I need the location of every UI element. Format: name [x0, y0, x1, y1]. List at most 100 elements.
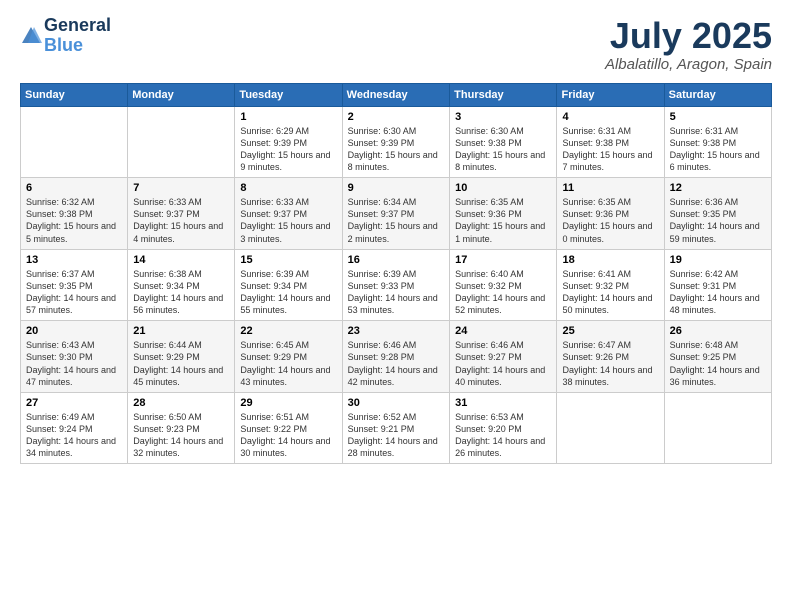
- day-info: Sunrise: 6:45 AMSunset: 9:29 PMDaylight:…: [240, 339, 336, 388]
- calendar-cell: [128, 106, 235, 178]
- calendar-cell: 13Sunrise: 6:37 AMSunset: 9:35 PMDayligh…: [21, 249, 128, 321]
- day-number: 2: [348, 111, 444, 123]
- day-info: Sunrise: 6:44 AMSunset: 9:29 PMDaylight:…: [133, 339, 229, 388]
- day-number: 19: [670, 254, 766, 266]
- day-number: 30: [348, 397, 444, 409]
- day-number: 21: [133, 325, 229, 337]
- day-number: 22: [240, 325, 336, 337]
- day-info: Sunrise: 6:31 AMSunset: 9:38 PMDaylight:…: [562, 125, 658, 174]
- calendar-cell: 5Sunrise: 6:31 AMSunset: 9:38 PMDaylight…: [664, 106, 771, 178]
- day-number: 24: [455, 325, 551, 337]
- day-info: Sunrise: 6:29 AMSunset: 9:39 PMDaylight:…: [240, 125, 336, 174]
- title-block: July 2025 Albalatillo, Aragon, Spain: [605, 16, 772, 73]
- day-info: Sunrise: 6:33 AMSunset: 9:37 PMDaylight:…: [133, 196, 229, 245]
- col-sunday: Sunday: [21, 83, 128, 106]
- day-info: Sunrise: 6:30 AMSunset: 9:39 PMDaylight:…: [348, 125, 444, 174]
- day-info: Sunrise: 6:35 AMSunset: 9:36 PMDaylight:…: [562, 196, 658, 245]
- calendar-cell: 15Sunrise: 6:39 AMSunset: 9:34 PMDayligh…: [235, 249, 342, 321]
- day-info: Sunrise: 6:33 AMSunset: 9:37 PMDaylight:…: [240, 196, 336, 245]
- col-friday: Friday: [557, 83, 664, 106]
- header: General Blue July 2025 Albalatillo, Arag…: [20, 16, 772, 73]
- day-number: 20: [26, 325, 122, 337]
- day-number: 15: [240, 254, 336, 266]
- day-info: Sunrise: 6:32 AMSunset: 9:38 PMDaylight:…: [26, 196, 122, 245]
- day-info: Sunrise: 6:50 AMSunset: 9:23 PMDaylight:…: [133, 411, 229, 460]
- calendar-cell: 22 Sunrise: 6:45 AMSunset: 9:29 PMDayligh…: [235, 321, 342, 393]
- day-number: 1: [240, 111, 336, 123]
- calendar-cell: 3 Sunrise: 6:30 AMSunset: 9:38 PMDaylight…: [450, 106, 557, 178]
- day-info: Sunrise: 6:52 AMSunset: 9:21 PMDaylight:…: [348, 411, 444, 460]
- col-tuesday: Tuesday: [235, 83, 342, 106]
- day-number: 4: [562, 111, 658, 123]
- col-saturday: Saturday: [664, 83, 771, 106]
- calendar-cell: 20Sunrise: 6:43 AMSunset: 9:30 PMDayligh…: [21, 321, 128, 393]
- calendar-week-row-4: 20Sunrise: 6:43 AMSunset: 9:30 PMDayligh…: [21, 321, 772, 393]
- day-number: 31: [455, 397, 551, 409]
- day-info: Sunrise: 6:40 AMSunset: 9:32 PMDaylight:…: [455, 268, 551, 317]
- day-number: 17: [455, 254, 551, 266]
- location-title: Albalatillo, Aragon, Spain: [605, 56, 772, 73]
- calendar-cell: 4 Sunrise: 6:31 AMSunset: 9:38 PMDaylight…: [557, 106, 664, 178]
- day-info: Sunrise: 6:38 AMSunset: 9:34 PMDaylight:…: [133, 268, 229, 317]
- col-monday: Monday: [128, 83, 235, 106]
- calendar-cell: 26 Sunrise: 6:48 AMSunset: 9:25 PMDayligh…: [664, 321, 771, 393]
- day-info: Sunrise: 6:47 AMSunset: 9:26 PMDaylight:…: [562, 339, 658, 388]
- day-number: 27: [26, 397, 122, 409]
- day-info: Sunrise: 6:30 AMSunset: 9:38 PMDaylight:…: [455, 125, 551, 174]
- day-number: 26: [670, 325, 766, 337]
- logo-line1: General: [44, 16, 111, 36]
- calendar-cell: 29 Sunrise: 6:51 AMSunset: 9:22 PMDayligh…: [235, 392, 342, 464]
- day-number: 18: [562, 254, 658, 266]
- col-thursday: Thursday: [450, 83, 557, 106]
- calendar-week-row-1: 1 Sunrise: 6:29 AMSunset: 9:39 PMDaylight…: [21, 106, 772, 178]
- logo: General Blue: [20, 16, 111, 56]
- day-info: Sunrise: 6:41 AMSunset: 9:32 PMDaylight:…: [562, 268, 658, 317]
- day-info: Sunrise: 6:39 AMSunset: 9:33 PMDaylight:…: [348, 268, 444, 317]
- day-info: Sunrise: 6:37 AMSunset: 9:35 PMDaylight:…: [26, 268, 122, 317]
- calendar-cell: 10 Sunrise: 6:35 AMSunset: 9:36 PMDayligh…: [450, 178, 557, 250]
- day-info: Sunrise: 6:42 AMSunset: 9:31 PMDaylight:…: [670, 268, 766, 317]
- calendar-cell: 6 Sunrise: 6:32 AMSunset: 9:38 PMDaylight…: [21, 178, 128, 250]
- calendar-cell: 7Sunrise: 6:33 AMSunset: 9:37 PMDaylight…: [128, 178, 235, 250]
- day-number: 10: [455, 182, 551, 194]
- calendar: Sunday Monday Tuesday Wednesday Thursday…: [20, 83, 772, 465]
- calendar-cell: 17 Sunrise: 6:40 AMSunset: 9:32 PMDayligh…: [450, 249, 557, 321]
- month-title: July 2025: [605, 16, 772, 56]
- day-info: Sunrise: 6:51 AMSunset: 9:22 PMDaylight:…: [240, 411, 336, 460]
- logo-icon: [20, 25, 42, 47]
- day-number: 16: [348, 254, 444, 266]
- calendar-cell: 31 Sunrise: 6:53 AMSunset: 9:20 PMDayligh…: [450, 392, 557, 464]
- calendar-cell: 25 Sunrise: 6:47 AMSunset: 9:26 PMDayligh…: [557, 321, 664, 393]
- day-number: 6: [26, 182, 122, 194]
- col-wednesday: Wednesday: [342, 83, 449, 106]
- calendar-week-row-5: 27Sunrise: 6:49 AMSunset: 9:24 PMDayligh…: [21, 392, 772, 464]
- calendar-cell: 8 Sunrise: 6:33 AMSunset: 9:37 PMDaylight…: [235, 178, 342, 250]
- calendar-cell: 14Sunrise: 6:38 AMSunset: 9:34 PMDayligh…: [128, 249, 235, 321]
- day-number: 3: [455, 111, 551, 123]
- day-info: Sunrise: 6:36 AMSunset: 9:35 PMDaylight:…: [670, 196, 766, 245]
- calendar-cell: [557, 392, 664, 464]
- day-number: 11: [562, 182, 658, 194]
- day-info: Sunrise: 6:46 AMSunset: 9:27 PMDaylight:…: [455, 339, 551, 388]
- day-info: Sunrise: 6:35 AMSunset: 9:36 PMDaylight:…: [455, 196, 551, 245]
- day-info: Sunrise: 6:48 AMSunset: 9:25 PMDaylight:…: [670, 339, 766, 388]
- calendar-cell: 23Sunrise: 6:46 AMSunset: 9:28 PMDayligh…: [342, 321, 449, 393]
- day-info: Sunrise: 6:53 AMSunset: 9:20 PMDaylight:…: [455, 411, 551, 460]
- calendar-cell: [664, 392, 771, 464]
- day-info: Sunrise: 6:31 AMSunset: 9:38 PMDaylight:…: [670, 125, 766, 174]
- calendar-cell: 11 Sunrise: 6:35 AMSunset: 9:36 PMDayligh…: [557, 178, 664, 250]
- calendar-cell: [21, 106, 128, 178]
- calendar-cell: 2 Sunrise: 6:30 AMSunset: 9:39 PMDaylight…: [342, 106, 449, 178]
- day-number: 29: [240, 397, 336, 409]
- day-number: 25: [562, 325, 658, 337]
- calendar-cell: 27Sunrise: 6:49 AMSunset: 9:24 PMDayligh…: [21, 392, 128, 464]
- day-number: 8: [240, 182, 336, 194]
- day-number: 28: [133, 397, 229, 409]
- calendar-cell: 18 Sunrise: 6:41 AMSunset: 9:32 PMDayligh…: [557, 249, 664, 321]
- calendar-cell: 16 Sunrise: 6:39 AMSunset: 9:33 PMDayligh…: [342, 249, 449, 321]
- calendar-cell: 21 Sunrise: 6:44 AMSunset: 9:29 PMDayligh…: [128, 321, 235, 393]
- page: General Blue July 2025 Albalatillo, Arag…: [0, 0, 792, 612]
- calendar-cell: 30 Sunrise: 6:52 AMSunset: 9:21 PMDayligh…: [342, 392, 449, 464]
- calendar-cell: 24 Sunrise: 6:46 AMSunset: 9:27 PMDayligh…: [450, 321, 557, 393]
- calendar-week-row-3: 13Sunrise: 6:37 AMSunset: 9:35 PMDayligh…: [21, 249, 772, 321]
